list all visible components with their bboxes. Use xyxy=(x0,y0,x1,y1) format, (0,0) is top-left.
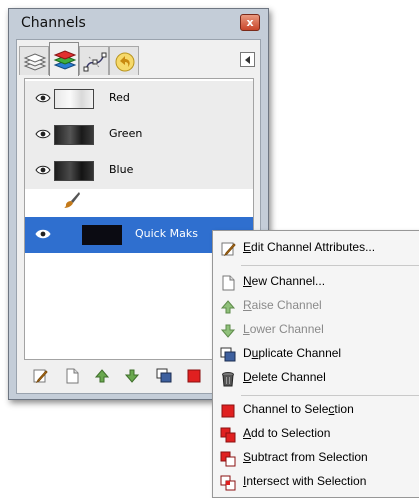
window-title: Channels xyxy=(21,15,86,31)
close-button[interactable]: x xyxy=(240,14,260,31)
undo-history-tab[interactable] xyxy=(109,46,139,75)
menu-item-label: Subtract from Selection xyxy=(243,450,368,464)
menu-item-raise-channel: Raise Channel xyxy=(213,295,419,319)
quick-mask-label: Quick Maks xyxy=(135,227,198,240)
menu-item-subtract-from-selection[interactable]: Subtract from Selection xyxy=(213,447,419,471)
menu-item-label: Duplicate Channel xyxy=(243,346,342,360)
menu-item-lower-channel: Lower Channel xyxy=(213,319,419,343)
subtract-selection-icon xyxy=(220,451,236,467)
channels-icon xyxy=(53,50,77,70)
eye-icon[interactable] xyxy=(35,93,51,103)
menu-item-label: Channel to Selection xyxy=(243,402,354,416)
menu-separator xyxy=(241,395,419,396)
channel-thumbnail xyxy=(54,125,94,145)
menu-item-label: Lower Channel xyxy=(243,322,324,336)
menu-item-label: Add to Selection xyxy=(243,426,331,440)
channel-row-green[interactable]: Green xyxy=(25,117,253,153)
menu-item-duplicate-channel[interactable]: Duplicate Channel xyxy=(213,343,419,367)
raise-icon[interactable] xyxy=(94,368,110,384)
channel-label: Blue xyxy=(109,163,134,176)
channel-context-menu: Edit Channel Attributes... New Channel..… xyxy=(212,230,419,498)
channel-label: Green xyxy=(109,127,143,140)
new-channel-icon xyxy=(222,275,235,291)
duplicate-icon xyxy=(220,347,236,362)
dock-tabs xyxy=(19,42,259,77)
menu-separator xyxy=(241,265,419,266)
layers-icon xyxy=(23,53,47,71)
menu-item-label: Raise Channel xyxy=(243,298,322,312)
raise-icon xyxy=(220,300,236,314)
menu-item-add-to-selection[interactable]: Add to Selection xyxy=(213,423,419,447)
to-selection-icon[interactable] xyxy=(186,368,202,384)
paths-icon xyxy=(83,52,107,72)
menu-item-label: New Channel... xyxy=(243,274,326,288)
lower-icon xyxy=(220,324,236,338)
channel-row-red[interactable]: Red xyxy=(25,81,253,117)
menu-item-label: Intersect with Selection xyxy=(243,474,367,488)
to-selection-icon xyxy=(221,404,235,418)
menu-item-intersect-with-selection[interactable]: Intersect with Selection xyxy=(213,471,419,495)
lower-icon[interactable] xyxy=(124,368,140,384)
channel-thumbnail xyxy=(54,89,94,109)
new-channel-icon[interactable] xyxy=(64,368,80,384)
channels-tab[interactable] xyxy=(49,42,79,76)
menu-item-label: Delete Channel xyxy=(243,370,326,384)
edit-icon xyxy=(221,242,236,257)
paint-tool-row xyxy=(25,187,253,215)
eye-icon[interactable] xyxy=(35,129,51,139)
paths-tab[interactable] xyxy=(79,46,109,75)
menu-item-edit-channel-attributes[interactable]: Edit Channel Attributes... xyxy=(213,237,419,261)
duplicate-icon[interactable] xyxy=(156,368,172,384)
layers-tab[interactable] xyxy=(19,46,49,75)
title-bar[interactable]: Channels x xyxy=(9,9,268,37)
intersect-selection-icon xyxy=(220,475,236,491)
edit-icon[interactable] xyxy=(32,368,48,384)
add-selection-icon xyxy=(220,427,236,443)
menu-item-label: Edit Channel Attributes... xyxy=(243,240,376,254)
menu-item-delete-channel[interactable]: Delete Channel xyxy=(213,367,419,391)
menu-item-channel-to-selection[interactable]: Channel to Selection xyxy=(213,399,419,423)
eye-icon[interactable] xyxy=(35,229,51,239)
undo-icon xyxy=(115,52,135,72)
tab-menu-button[interactable] xyxy=(240,52,255,67)
delete-icon xyxy=(222,372,234,387)
menu-item-new-channel[interactable]: New Channel... xyxy=(213,271,419,295)
channel-thumbnail xyxy=(54,161,94,181)
channel-label: Red xyxy=(109,91,130,104)
quick-mask-thumbnail xyxy=(82,225,122,245)
channel-row-blue[interactable]: Blue xyxy=(25,153,253,189)
eye-icon[interactable] xyxy=(35,165,51,175)
brush-icon xyxy=(64,192,80,208)
